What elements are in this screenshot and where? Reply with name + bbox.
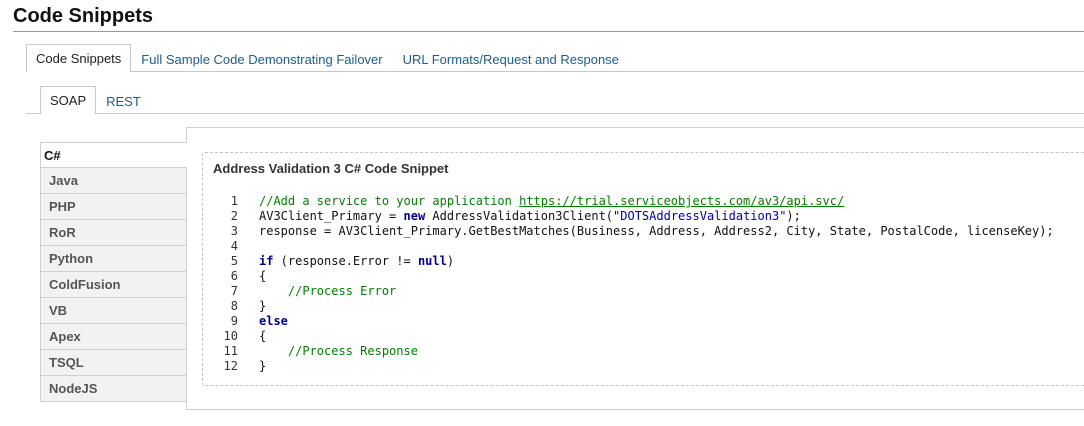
code-line: 2 AV3Client_Primary = new AddressValidati… <box>213 209 1054 224</box>
language-item-java[interactable]: Java <box>40 168 187 194</box>
code-token: response = AV3Client_Primary.GetBestMatc… <box>259 224 1054 238</box>
language-item-php[interactable]: PHP <box>40 194 187 220</box>
code-token: } <box>259 359 267 373</box>
title-divider <box>13 31 1084 32</box>
code-block: 1 //Add a service to your application htt… <box>213 194 1054 374</box>
code-line: 5 if (response.Error != null) <box>213 254 1054 269</box>
code-token: new <box>403 209 426 223</box>
tab-soap[interactable]: SOAP <box>40 86 97 114</box>
tab-code-snippets[interactable]: Code Snippets <box>26 44 132 72</box>
code-token: "DOTSAddressValidation3" <box>613 209 787 223</box>
code-token: //Process Error <box>287 284 397 298</box>
line-number: 5 <box>230 254 238 268</box>
service-link[interactable]: https://trial.serviceobjects.com/av3/api… <box>519 194 844 209</box>
language-item-coldfusion[interactable]: ColdFusion <box>40 272 187 298</box>
line-number: 12 <box>223 359 238 373</box>
code-line: 3 response = AV3Client_Primary.GetBestMat… <box>213 224 1054 239</box>
code-line: 7 //Process Error <box>213 284 1054 299</box>
line-number: 9 <box>230 314 238 328</box>
line-number: 7 <box>230 284 238 298</box>
code-token: AV3Client_Primary = <box>259 209 404 223</box>
code-token: null <box>417 254 447 268</box>
code-token: { <box>259 329 267 343</box>
language-item-python[interactable]: Python <box>40 246 187 272</box>
sub-tabbar: SOAP REST <box>40 86 151 114</box>
line-number: 1 <box>230 194 238 208</box>
code-line: 12} <box>213 359 1054 374</box>
sub-tabbar-baseline <box>26 113 1084 114</box>
page-title: Code Snippets <box>13 5 154 27</box>
code-token: else <box>259 314 288 328</box>
line-number: 8 <box>230 299 238 313</box>
code-token: //Add a service to your application <box>259 194 520 208</box>
code-line: 11 //Process Response <box>213 344 1054 359</box>
code-line: 4 <box>213 239 1054 254</box>
language-item-nodejs[interactable]: NodeJS <box>40 376 187 402</box>
language-item-vb[interactable]: VB <box>40 298 187 324</box>
code-token: ) <box>446 254 455 268</box>
code-token: if <box>259 254 274 268</box>
code-snippet-box: Address Validation 3 C# Code Snippet 1 //… <box>202 152 1084 386</box>
line-number: 2 <box>230 209 238 223</box>
main-tabbar: Code Snippets Full Sample Code Demonstra… <box>26 44 629 72</box>
code-token: (response.Error != <box>273 254 418 268</box>
line-number: 11 <box>223 344 238 358</box>
tab-url-formats[interactable]: URL Formats/Request and Response <box>393 46 629 72</box>
tab-full-sample-code[interactable]: Full Sample Code Demonstrating Failover <box>131 46 392 72</box>
language-item-tsql[interactable]: TSQL <box>40 350 187 376</box>
line-number: 4 <box>230 239 238 253</box>
code-token: //Process Response <box>287 344 418 358</box>
snippet-title: Address Validation 3 C# Code Snippet <box>213 161 449 176</box>
language-item-ror[interactable]: RoR <box>40 220 187 246</box>
line-number: 10 <box>223 329 238 343</box>
code-token: } <box>259 299 267 313</box>
language-item-apex[interactable]: Apex <box>40 324 187 350</box>
code-line: 8} <box>213 299 1054 314</box>
code-line: 10 { <box>213 329 1054 344</box>
tab-rest[interactable]: REST <box>96 88 151 114</box>
code-token: AddressValidation3Client( <box>425 209 614 223</box>
code-token: ); <box>786 209 801 223</box>
language-list: C# Java PHP RoR Python ColdFusion VB Apex TSQL No… <box>40 142 187 402</box>
code-line: 6{ <box>213 269 1054 284</box>
code-line: 1 //Add a service to your application htt… <box>213 194 1054 209</box>
language-item-c[interactable]: C# <box>40 142 187 168</box>
line-number: 3 <box>230 224 238 238</box>
line-number: 6 <box>230 269 238 283</box>
code-line: 9 else <box>213 314 1054 329</box>
code-token: { <box>259 269 267 283</box>
